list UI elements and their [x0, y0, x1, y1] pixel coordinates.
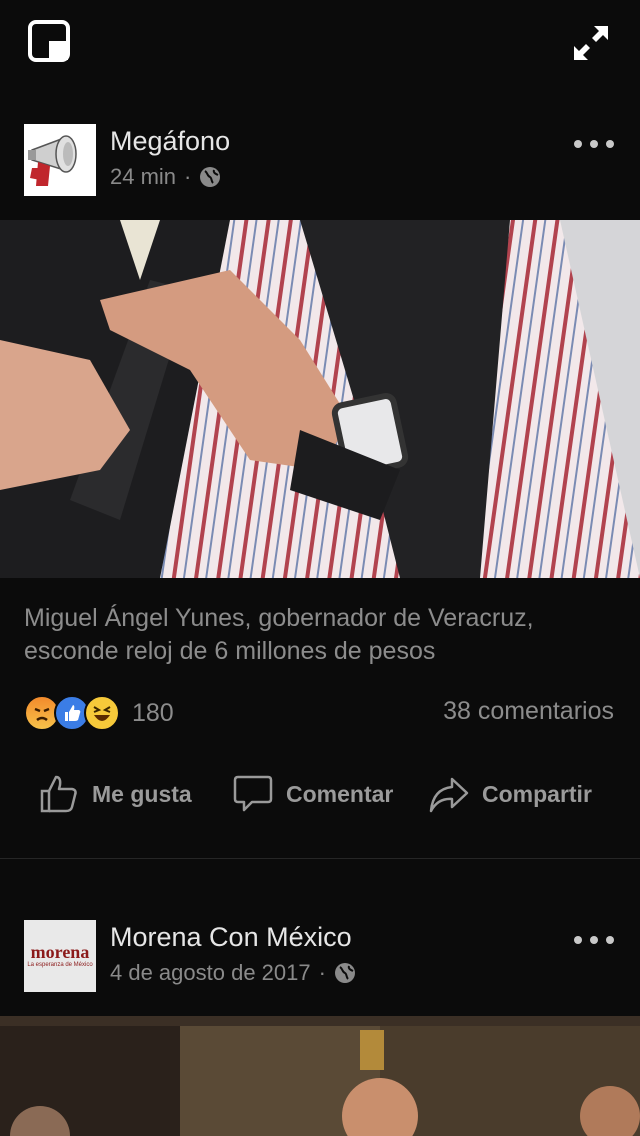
post-photo-thumbnail	[0, 1016, 640, 1136]
like-button[interactable]: Me gusta	[38, 768, 192, 820]
post-author-name[interactable]: Megáfono	[110, 126, 230, 157]
comment-label: Comentar	[286, 780, 394, 807]
more-options-button[interactable]	[574, 132, 614, 156]
post-author-name[interactable]: Morena Con México	[110, 922, 352, 953]
share-label: Compartir	[482, 780, 592, 807]
post-divider	[0, 858, 640, 859]
video-thumbnail	[0, 220, 640, 578]
morena-logo-text: morena	[30, 942, 90, 962]
post-timestamp[interactable]: 4 de agosto de 2017	[110, 960, 311, 986]
more-dot	[590, 936, 598, 944]
reaction-count: 180	[132, 698, 174, 727]
more-dot	[606, 140, 614, 148]
megaphone-icon	[24, 124, 96, 196]
share-arrow-icon	[429, 777, 469, 813]
more-dot	[574, 140, 582, 148]
more-options-button[interactable]	[574, 928, 614, 952]
comments-count-link[interactable]: 38 comentarios	[443, 697, 614, 726]
share-button[interactable]: Compartir	[428, 768, 592, 820]
haha-icon	[84, 695, 120, 731]
globe-icon	[334, 963, 355, 983]
post-actions-bar: Me gusta Comentar Compartir	[0, 768, 640, 820]
video-top-bar	[0, 0, 640, 100]
comment-button[interactable]: Comentar	[232, 768, 393, 820]
meta-separator: ·	[318, 960, 326, 985]
post-video-frame[interactable]	[0, 220, 640, 578]
post-timestamp[interactable]: 24 min	[110, 164, 176, 190]
comment-bubble-icon	[233, 775, 273, 812]
expand-arrows-icon	[574, 26, 608, 60]
meta-separator: ·	[184, 164, 192, 189]
post-image[interactable]	[0, 1016, 640, 1136]
more-dot	[606, 936, 614, 944]
post-meta: 24 min ·	[110, 164, 221, 190]
post-header: morena La esperanza de México Morena Con…	[0, 920, 640, 1000]
avatar[interactable]	[24, 124, 96, 196]
reactions-summary[interactable]: 180	[24, 695, 174, 731]
fullscreen-button[interactable]	[570, 22, 612, 64]
post-meta: 4 de agosto de 2017 ·	[110, 960, 356, 986]
picture-in-picture-icon	[28, 20, 70, 62]
post-caption: Miguel Ángel Yunes, gobernador de Veracr…	[24, 604, 534, 665]
morena-logo-subtext: La esperanza de México	[27, 962, 93, 968]
more-dot	[590, 140, 598, 148]
picture-in-picture-button[interactable]	[28, 20, 70, 62]
more-dot	[574, 936, 582, 944]
globe-icon	[200, 167, 221, 187]
like-label: Me gusta	[92, 780, 192, 807]
avatar[interactable]: morena La esperanza de México	[24, 920, 96, 992]
post-header: Megáfono 24 min ·	[0, 124, 640, 204]
thumbs-up-icon	[40, 775, 77, 813]
